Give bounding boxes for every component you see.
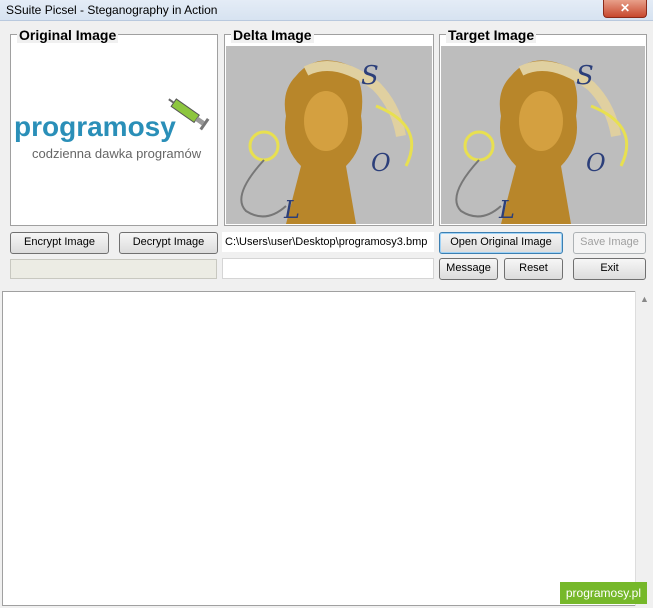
file-path-field: C:\Users\user\Desktop\programosy3.bmp (222, 232, 434, 252)
encrypt-image-button[interactable]: Encrypt Image (10, 232, 109, 254)
scroll-up-icon[interactable]: ▲ (640, 294, 649, 304)
vertical-scrollbar[interactable]: ▲ ▼ (635, 291, 653, 606)
exit-button[interactable]: Exit (573, 258, 646, 280)
message-input[interactable] (222, 258, 434, 279)
target-image-group: Target Image S O L (439, 27, 647, 226)
title-bar: SSuite Picsel - Steganography in Action … (0, 0, 653, 21)
original-image: programosy codzienna dawka programów (12, 46, 216, 224)
logo-text: programosy (14, 111, 176, 142)
delta-image-group: Delta Image S O L (224, 27, 434, 226)
close-button[interactable]: ✕ (603, 0, 647, 18)
letter-o: O (586, 149, 606, 177)
decrypt-image-button[interactable]: Decrypt Image (119, 232, 218, 254)
watermark: programosy.pl (559, 582, 647, 604)
letter-s: S (576, 61, 594, 91)
letter-l: L (498, 196, 515, 224)
open-original-image-button[interactable]: Open Original Image (439, 232, 563, 254)
delta-image-label: Delta Image (231, 27, 314, 43)
delta-image: S O L (226, 46, 432, 224)
letter-s: S (361, 61, 379, 91)
letter-o: O (371, 149, 391, 177)
reset-button[interactable]: Reset (504, 258, 563, 280)
window-title: SSuite Picsel - Steganography in Action (6, 3, 218, 17)
output-textarea[interactable] (2, 291, 636, 606)
logo-subtitle: codzienna dawka programów (32, 146, 202, 161)
save-image-button[interactable]: Save Image (573, 232, 646, 254)
target-image-graphic: S O L (441, 46, 645, 224)
main-window: Original Image programosy codzienna dawk… (0, 21, 653, 608)
original-image-label: Original Image (17, 27, 119, 43)
target-image: S O L (441, 46, 645, 224)
delta-image-graphic: S O L (226, 46, 432, 224)
target-image-label: Target Image (446, 27, 537, 43)
original-image-group: Original Image programosy codzienna dawk… (10, 27, 218, 226)
status-bar (10, 259, 217, 279)
letter-l: L (283, 196, 300, 224)
message-button[interactable]: Message (439, 258, 498, 280)
syringe-icon (168, 98, 210, 131)
